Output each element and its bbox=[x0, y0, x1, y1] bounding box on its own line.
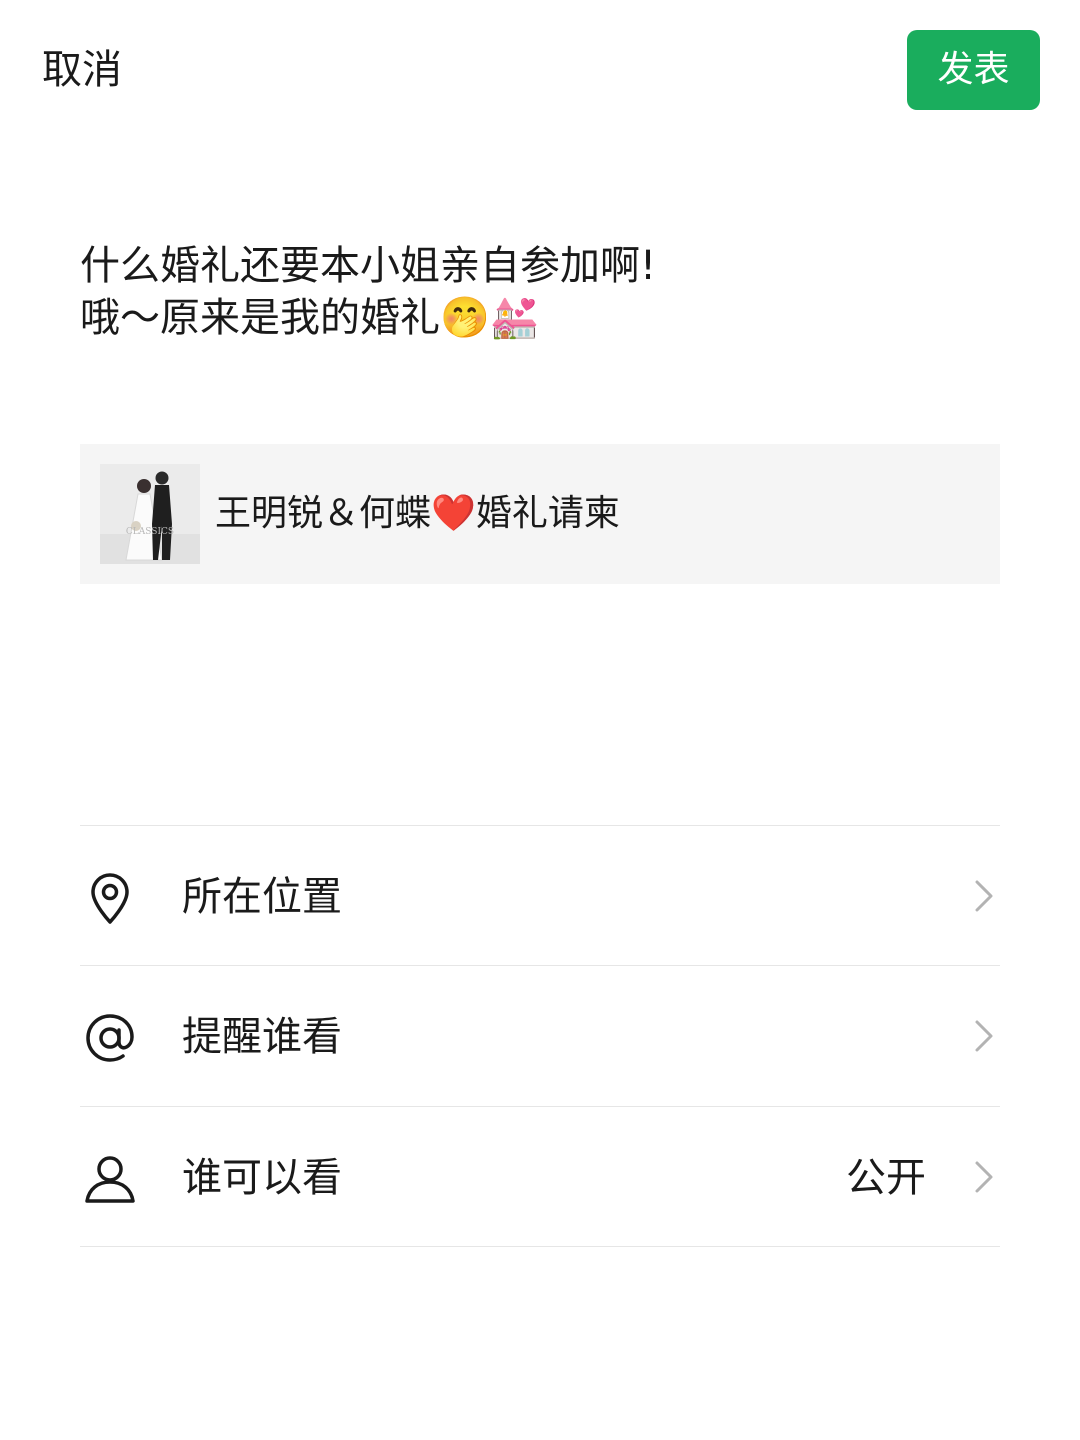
location-pin-icon bbox=[82, 870, 138, 926]
link-card-title: 王明锐＆何蝶❤️婚礼请柬 bbox=[215, 493, 620, 534]
post-text-area[interactable]: 什么婚礼还要本小姐亲自参加啊! 哦～原来是我的婚礼🤭💒 bbox=[80, 240, 1000, 344]
option-row-location[interactable]: 所在位置 bbox=[80, 826, 1000, 966]
option-label-location: 所在位置 bbox=[182, 874, 342, 920]
at-sign-icon bbox=[82, 1010, 138, 1066]
option-label-visibility: 谁可以看 bbox=[182, 1155, 342, 1201]
shared-link-card[interactable]: CLASSICS 王明锐＆何蝶❤️婚礼请柬 bbox=[80, 444, 1000, 584]
option-row-mention[interactable]: 提醒谁看 bbox=[80, 966, 1000, 1106]
visibility-value: 公开 bbox=[846, 1155, 926, 1201]
person-icon bbox=[82, 1151, 138, 1207]
option-row-visibility[interactable]: 谁可以看 公开 bbox=[80, 1107, 1000, 1247]
cancel-button[interactable]: 取消 bbox=[42, 44, 122, 96]
chevron-right-icon bbox=[972, 1018, 996, 1054]
post-text-line-2: 哦～原来是我的婚礼🤭💒 bbox=[80, 295, 540, 341]
link-thumbnail: CLASSICS bbox=[100, 464, 200, 564]
divider bbox=[80, 1246, 1000, 1247]
publish-button[interactable]: 发表 bbox=[907, 30, 1040, 110]
option-label-mention: 提醒谁看 bbox=[182, 1014, 342, 1060]
thumbnail-watermark: CLASSICS bbox=[126, 527, 174, 537]
post-text-line-1: 什么婚礼还要本小姐亲自参加啊! bbox=[80, 243, 657, 289]
chevron-right-icon bbox=[972, 1159, 996, 1195]
chevron-right-icon bbox=[972, 878, 996, 914]
